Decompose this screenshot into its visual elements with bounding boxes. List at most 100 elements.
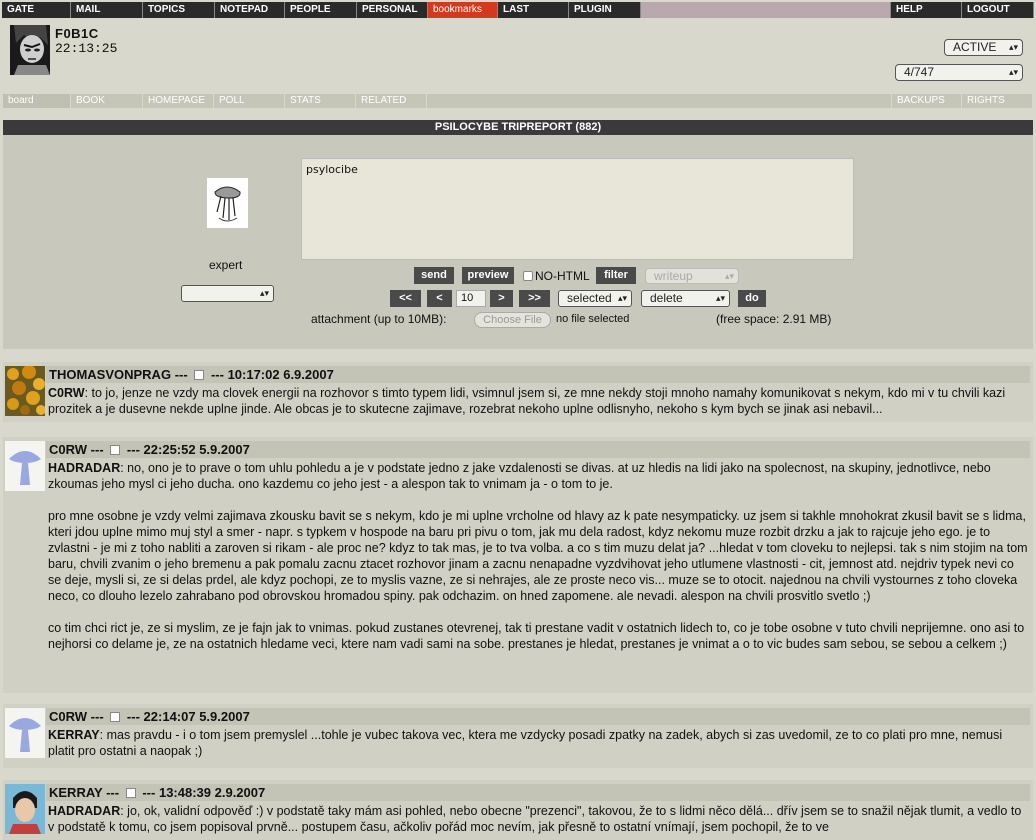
tab-board[interactable]: board [3, 94, 71, 108]
page-select-value: 4/747 [904, 65, 935, 79]
post-author[interactable]: THOMASVONPRAG [49, 367, 171, 382]
send-button[interactable]: send [414, 267, 454, 284]
post: C0RW --- --- 22:14:07 5.9.2007 KERRAY: m… [3, 704, 1033, 768]
menu-personal[interactable]: PERSONAL [357, 2, 428, 18]
menu-last[interactable]: LAST [498, 2, 569, 18]
tab-related[interactable]: RELATED [356, 94, 427, 108]
post-separator: --- [210, 367, 224, 382]
post-datetime: 22:14:07 5.9.2007 [143, 709, 250, 724]
post-text: : jo, ok, validní odpověď :) v podstatě … [48, 804, 1025, 834]
owner-select[interactable]: ▴▾ [181, 285, 274, 302]
author-avatar[interactable] [5, 708, 45, 758]
flowers-icon [5, 365, 46, 416]
username: F0B1C [55, 26, 99, 41]
count-input[interactable]: 10 [456, 290, 486, 307]
reply-to[interactable]: HADRADAR [48, 804, 120, 818]
user-avatar[interactable] [10, 25, 50, 75]
author-avatar[interactable] [5, 365, 46, 416]
tab-book[interactable]: BOOK [71, 94, 143, 108]
menu-plugin[interactable]: PLUGIN [569, 2, 641, 18]
tab-backups[interactable]: BACKUPS [892, 94, 962, 108]
menu-topics[interactable]: TOPICS [143, 2, 215, 18]
menu-mail[interactable]: MAIL [71, 2, 143, 18]
chevron-updown-icon: ▴▾ [617, 293, 627, 303]
menu-notepad[interactable]: NOTEPAD [215, 2, 285, 18]
post-select-checkbox[interactable] [194, 370, 205, 380]
chevron-updown-icon: ▴▾ [1008, 67, 1018, 77]
page-select[interactable]: 4/747 ▴▾ [895, 64, 1023, 81]
post-separator: --- [126, 442, 140, 457]
status-select[interactable]: ACTIVE ▴▾ [944, 39, 1023, 56]
nohtml-label: NO-HTML [535, 269, 590, 283]
reply-to[interactable]: KERRAY [48, 728, 100, 742]
reply-to[interactable]: C0RW [48, 386, 85, 400]
post-header: KERRAY --- --- 13:48:39 2.9.2007 [46, 784, 1030, 801]
next-page-button[interactable]: > [490, 290, 513, 307]
post-body: C0RW: to jo, jenze ne vzdy ma clovek ene… [48, 385, 1030, 417]
selected-select[interactable]: selected ▴▾ [558, 290, 632, 307]
writeup-select-value: writeup [654, 269, 693, 283]
chevron-updown-icon: ▴▾ [259, 288, 269, 298]
selected-select-value: selected [567, 291, 612, 305]
post-separator: --- [90, 709, 104, 724]
attachment-label: attachment (up to 10MB): [311, 312, 447, 326]
board-panel: PSILOCYBE TRIPREPORT (882) expert ▴▾ psy… [3, 120, 1033, 349]
menu-help[interactable]: HELP [891, 2, 962, 18]
menu-people[interactable]: PEOPLE [285, 2, 357, 18]
post-body: HADRADAR: jo, ok, validní odpověď :) v p… [48, 803, 1030, 835]
post-select-checkbox[interactable] [125, 788, 136, 798]
free-space-label: (free space: 2.91 MB) [716, 312, 832, 326]
do-button[interactable]: do [738, 290, 766, 307]
post-select-checkbox[interactable] [110, 445, 121, 455]
post-body: HADRADAR: no, ono je to prave o tom uhlu… [48, 460, 1030, 652]
post-author[interactable]: C0RW [49, 709, 87, 724]
writeup-select[interactable]: writeup ▴▾ [645, 268, 739, 284]
post-author[interactable]: C0RW [49, 442, 87, 457]
first-page-button[interactable]: << [390, 290, 421, 307]
face-icon [10, 25, 50, 75]
post-select-checkbox[interactable] [110, 712, 121, 722]
menu-logout[interactable]: LOGOUT [962, 2, 1034, 18]
post-header: C0RW --- --- 22:14:07 5.9.2007 [46, 708, 1030, 725]
mushroom-icon [5, 441, 45, 491]
post-text: : no, ono je to prave o tom uhlu pohledu… [48, 461, 1028, 651]
nohtml-checkbox[interactable] [523, 271, 533, 281]
action-select-value: delete [650, 291, 683, 305]
filter-button[interactable]: filter [596, 267, 636, 284]
sub-menu: board BOOK HOMEPAGE POLL STATS RELATED B… [0, 94, 1036, 108]
no-file-label: no file selected [556, 313, 630, 325]
tab-stats[interactable]: STATS [285, 94, 356, 108]
preview-button[interactable]: preview [462, 267, 514, 284]
tab-spacer [427, 94, 892, 108]
last-page-button[interactable]: >> [519, 290, 550, 307]
reply-to[interactable]: HADRADAR [48, 461, 120, 475]
owner-role: expert [209, 258, 243, 272]
post-body: KERRAY: mas pravdu - i o tom jsem premys… [48, 727, 1030, 759]
author-avatar[interactable] [5, 784, 45, 834]
post-datetime: 22:25:52 5.9.2007 [143, 442, 250, 457]
status-select-value: ACTIVE [953, 40, 997, 54]
author-avatar[interactable] [5, 441, 45, 491]
mushroom-icon [5, 708, 45, 758]
menu-bookmarks[interactable]: bookmarks [428, 2, 498, 18]
chevron-updown-icon: ▴▾ [715, 293, 725, 303]
action-select[interactable]: delete ▴▾ [641, 290, 730, 307]
tab-poll[interactable]: POLL [214, 94, 285, 108]
tab-rights[interactable]: RIGHTS [962, 94, 1033, 108]
tab-homepage[interactable]: HOMEPAGE [143, 94, 214, 108]
post-datetime: 10:17:02 6.9.2007 [227, 367, 334, 382]
menu-gate[interactable]: GATE [2, 2, 71, 18]
post: C0RW --- --- 22:25:52 5.9.2007 HADRADAR:… [3, 437, 1033, 693]
message-textarea[interactable]: psylocibe [301, 158, 854, 260]
post-header: C0RW --- --- 22:25:52 5.9.2007 [46, 441, 1030, 458]
prev-page-button[interactable]: < [427, 290, 452, 307]
chevron-updown-icon: ▴▾ [1008, 42, 1018, 52]
clock: 22:13:25 [55, 41, 118, 56]
post-text: : to jo, jenze ne vzdy ma clovek energii… [48, 386, 1009, 416]
post-separator: --- [90, 442, 104, 457]
post-separator: --- [126, 709, 140, 724]
post-author[interactable]: KERRAY [49, 785, 102, 800]
choose-file-button[interactable]: Choose File [474, 312, 551, 328]
board-title: PSILOCYBE TRIPREPORT (882) [3, 120, 1033, 135]
post-separator: --- [106, 785, 120, 800]
